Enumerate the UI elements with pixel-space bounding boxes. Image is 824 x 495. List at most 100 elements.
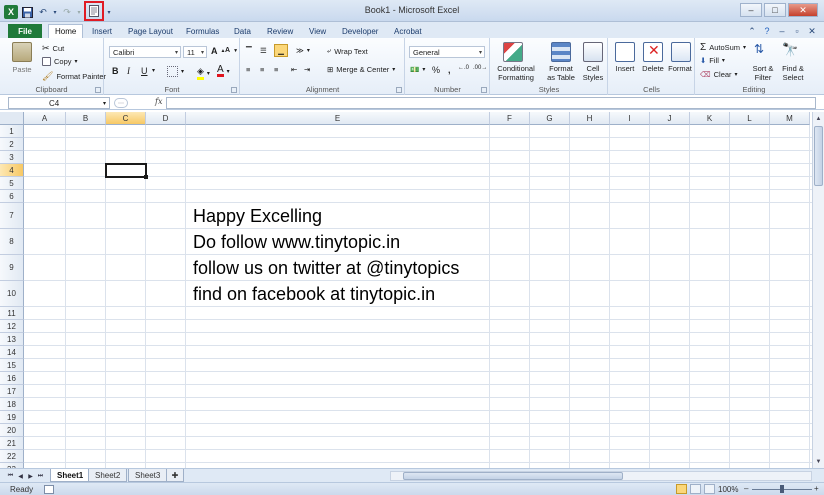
comma-button[interactable]: , — [448, 65, 451, 75]
number-launcher-icon[interactable] — [481, 87, 487, 93]
insert-button[interactable]: Insert — [611, 64, 639, 73]
row-header[interactable]: 16 — [0, 372, 24, 385]
bottom-align-button[interactable]: ▁ — [274, 44, 288, 57]
row-header[interactable]: 19 — [0, 411, 24, 424]
close-button[interactable]: ✕ — [788, 3, 818, 17]
underline-button[interactable]: U — [141, 66, 148, 76]
italic-button[interactable]: I — [127, 66, 130, 76]
format-as-table-icon[interactable] — [551, 42, 571, 62]
column-header[interactable]: K — [690, 112, 730, 125]
clear-button[interactable]: ⌫ Clear ▾ — [700, 70, 738, 79]
cell-e7-text[interactable]: Happy Excelling — [193, 206, 322, 227]
row-header[interactable]: 6 — [0, 190, 24, 203]
workbook-close-icon[interactable]: ✕ — [806, 25, 818, 37]
column-header[interactable]: L — [730, 112, 770, 125]
scroll-up-icon[interactable]: ▲ — [813, 113, 824, 124]
column-header[interactable]: H — [570, 112, 610, 125]
prev-sheet-icon[interactable]: ◀ — [16, 471, 25, 481]
row-header[interactable]: 8 — [0, 229, 24, 255]
column-header[interactable]: G — [530, 112, 570, 125]
fill-button[interactable]: ⬇ Fill ▾ — [700, 56, 725, 65]
conditional-formatting-icon[interactable] — [503, 42, 523, 62]
bold-button[interactable]: B — [112, 66, 119, 76]
column-header[interactable]: C — [106, 112, 146, 125]
underline-dropdown-icon[interactable]: ▾ — [152, 67, 155, 74]
cell-e10-text[interactable]: find on facebook at tinytopic.in — [193, 284, 435, 305]
format-as-table-button[interactable]: Format as Table — [541, 64, 581, 82]
column-header[interactable]: B — [66, 112, 106, 125]
row-header[interactable]: 20 — [0, 424, 24, 437]
cut-button[interactable]: ✂ Cut — [42, 43, 64, 54]
row-header[interactable]: 2 — [0, 138, 24, 151]
row-header[interactable]: 14 — [0, 346, 24, 359]
accounting-format-button[interactable]: 💵 ▾ — [410, 65, 425, 74]
conditional-formatting-button[interactable]: Conditional Formatting — [493, 64, 539, 82]
vertical-scrollbar[interactable]: ▲ ▼ — [812, 112, 824, 468]
fill-handle[interactable] — [144, 175, 148, 179]
row-header[interactable]: 5 — [0, 177, 24, 190]
horizontal-scrollbar[interactable] — [390, 471, 812, 481]
increase-indent-button[interactable]: ⇥ — [304, 65, 310, 74]
macro-record-icon[interactable] — [44, 485, 54, 494]
fill-color-button[interactable]: ◈ ▾ — [197, 66, 210, 80]
tab-view[interactable]: View — [303, 24, 332, 38]
minimize-ribbon-icon[interactable]: ⌃ — [746, 25, 758, 37]
number-format-dropdown[interactable]: General ▾ — [409, 46, 485, 58]
row-header[interactable]: 21 — [0, 437, 24, 450]
zoom-level[interactable]: 100% — [718, 485, 738, 494]
vertical-scroll-thumb[interactable] — [814, 126, 823, 186]
row-header[interactable]: 22 — [0, 450, 24, 463]
first-sheet-icon[interactable]: ⏮ — [6, 471, 15, 481]
insert-cells-icon[interactable] — [615, 42, 635, 62]
binoculars-icon[interactable]: 🔭 — [782, 42, 802, 62]
tab-acrobat[interactable]: Acrobat — [388, 24, 428, 38]
align-center-button[interactable]: ≡ — [260, 65, 264, 74]
find-select-button[interactable]: Find & Select — [778, 64, 808, 82]
format-button[interactable]: Format — [665, 64, 695, 73]
sheet-tab-1[interactable]: Sheet1 — [50, 469, 91, 482]
formula-input[interactable] — [166, 97, 816, 109]
font-name-dropdown[interactable]: Calibri ▾ — [109, 46, 181, 58]
page-layout-view-button[interactable] — [690, 484, 701, 494]
tab-developer[interactable]: Developer — [336, 24, 384, 38]
name-box-dropdown-icon[interactable]: ▾ — [103, 100, 106, 107]
row-header[interactable]: 18 — [0, 398, 24, 411]
page-break-view-button[interactable] — [704, 484, 715, 494]
tab-page-layout[interactable]: Page Layout — [122, 24, 179, 38]
cell-e9-text[interactable]: follow us on twitter at @tinytopics — [193, 258, 459, 279]
decrease-indent-button[interactable]: ⇤ — [291, 65, 297, 74]
tab-insert[interactable]: Insert — [86, 24, 118, 38]
next-sheet-icon[interactable]: ▶ — [26, 471, 35, 481]
autosum-button[interactable]: Σ AutoSum ▾ — [700, 42, 746, 53]
normal-view-button[interactable] — [676, 484, 687, 494]
name-box[interactable]: C4 ▾ — [8, 97, 110, 109]
column-header[interactable]: J — [650, 112, 690, 125]
column-header[interactable]: F — [490, 112, 530, 125]
select-all-corner[interactable] — [0, 112, 24, 125]
copy-button[interactable]: Copy ▾ — [42, 57, 78, 66]
paste-icon[interactable] — [12, 42, 32, 62]
sort-filter-icon[interactable]: ⇅ — [754, 42, 774, 62]
maximize-button[interactable]: □ — [764, 3, 786, 17]
wrap-text-button[interactable]: ⤶ Wrap Text — [327, 46, 368, 56]
column-header[interactable]: I — [610, 112, 650, 125]
formula-bar-expand-icon[interactable]: ⋯ — [114, 98, 128, 108]
align-right-button[interactable]: ≡ — [274, 65, 278, 74]
font-launcher-icon[interactable] — [231, 87, 237, 93]
orientation-button[interactable]: ≫ ▾ — [296, 46, 310, 55]
delete-button[interactable]: Delete — [639, 64, 667, 73]
top-align-button[interactable]: ▔ — [246, 46, 252, 55]
row-header[interactable]: 17 — [0, 385, 24, 398]
zoom-slider-knob[interactable] — [780, 485, 784, 493]
sheet-tab-2[interactable]: Sheet2 — [88, 469, 128, 482]
cell-styles-button[interactable]: Cell Styles — [579, 64, 607, 82]
sort-filter-button[interactable]: Sort & Filter — [748, 64, 778, 82]
workbook-restore-icon[interactable]: ▫ — [791, 25, 803, 37]
row-header[interactable]: 12 — [0, 320, 24, 333]
help-icon[interactable]: ? — [761, 25, 773, 37]
tab-file[interactable]: File — [8, 24, 42, 38]
merge-center-button[interactable]: ⊞ Merge & Center ▾ — [327, 65, 395, 74]
row-header[interactable]: 4 — [0, 164, 24, 177]
font-color-button[interactable]: A ▾ — [217, 65, 230, 77]
active-cell-c4[interactable] — [105, 163, 147, 178]
